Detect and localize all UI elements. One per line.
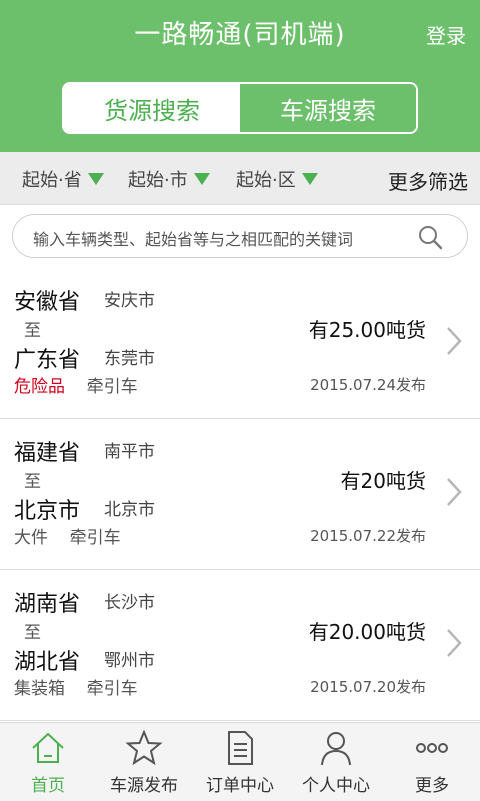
cargo-list: 安徽省 安庆市 至 广东省 东莞市 危险品 牵引车 有25.00吨货 2015.… [0,268,480,721]
from-city: 南平市 [104,442,155,462]
header-bar: 一路畅通(司机端) 登录 货源搜索 车源搜索 [0,0,480,152]
search-mode-switch: 货源搜索 车源搜索 [62,82,418,134]
cargo-type-tag: 大件 [14,528,48,548]
to-province: 湖北省 [14,650,81,675]
filter-city-label: 起始·市 [128,170,188,191]
dropdown-arrow-icon [87,173,104,185]
item-tags: 危险品 牵引车 [14,372,138,397]
tab-vehicle-search[interactable]: 车源搜索 [240,84,416,132]
dropdown-arrow-icon [193,173,210,185]
publish-date: 2015.07.24发布 [310,376,426,394]
cargo-weight: 有20.00吨货 [308,620,426,644]
list-item[interactable]: 湖南省 长沙市 至 湖北省 鄂州市 集装箱 牵引车 有20.00吨货 2015.… [0,570,480,721]
vehicle-type-tag: 牵引车 [86,377,138,397]
tab-more-label: 更多 [415,776,449,796]
to-city: 东莞市 [104,349,155,369]
publish-date: 2015.07.22发布 [310,527,426,545]
to-city: 鄂州市 [104,651,155,671]
cargo-type-tag: 危险品 [14,377,65,397]
tab-publish-label: 车源发布 [110,776,178,796]
cargo-weight: 有20吨货 [340,469,426,493]
tab-profile[interactable]: 个人中心 [288,723,384,801]
dropdown-arrow-icon [301,173,318,185]
filter-city[interactable]: 起始·市 [128,166,210,192]
filter-bar: 起始·省 起始·市 起始·区 更多筛选 [0,152,480,205]
to-label: 至 [24,321,41,341]
to-city: 北京市 [104,500,155,520]
more-filters-button[interactable]: 更多筛选 [388,166,468,195]
item-tags: 大件 牵引车 [14,523,121,548]
tab-profile-label: 个人中心 [302,776,370,796]
from-city: 长沙市 [104,593,155,613]
from-city: 安庆市 [104,291,155,311]
item-tags: 集装箱 牵引车 [14,674,138,699]
from-province: 安徽省 [14,290,81,315]
bottom-tab-bar: 首页 车源发布 订单中心 个人中心 更多 [0,722,480,801]
to-label: 至 [24,472,41,492]
search-icon[interactable] [417,224,443,250]
from-province: 湖南省 [14,592,81,617]
filter-district[interactable]: 起始·区 [236,166,318,192]
publish-date: 2015.07.20发布 [310,678,426,696]
user-icon [321,732,351,766]
search-input[interactable]: 输入车辆类型、起始省等与之相匹配的关键词 [12,214,468,258]
to-province: 广东省 [14,348,81,373]
filter-province[interactable]: 起始·省 [22,166,104,192]
from-province: 福建省 [14,441,81,466]
login-button[interactable]: 登录 [426,20,466,49]
tab-publish[interactable]: 车源发布 [96,723,192,801]
chevron-right-icon [447,327,462,355]
home-icon [32,732,64,763]
more-dots-icon [416,743,448,753]
tab-home[interactable]: 首页 [0,723,96,801]
to-province: 北京市 [14,499,81,524]
list-item[interactable]: 安徽省 安庆市 至 广东省 东莞市 危险品 牵引车 有25.00吨货 2015.… [0,268,480,419]
filter-district-label: 起始·区 [236,170,296,191]
tab-cargo-search[interactable]: 货源搜索 [64,84,240,132]
list-item[interactable]: 福建省 南平市 至 北京市 北京市 大件 牵引车 有20吨货 2015.07.2… [0,419,480,570]
to-label: 至 [24,623,41,643]
filter-province-label: 起始·省 [22,170,82,191]
tab-orders-label: 订单中心 [206,776,274,796]
vehicle-type-tag: 牵引车 [69,528,121,548]
chevron-right-icon [447,478,462,506]
star-icon [125,729,163,766]
tab-orders[interactable]: 订单中心 [192,723,288,801]
tab-home-label: 首页 [31,776,65,796]
document-icon [228,731,253,765]
app-title: 一路畅通(司机端) [134,20,346,50]
vehicle-type-tag: 牵引车 [86,679,138,699]
chevron-right-icon [447,629,462,657]
cargo-weight: 有25.00吨货 [308,318,426,342]
search-placeholder: 输入车辆类型、起始省等与之相匹配的关键词 [33,230,354,249]
tab-more[interactable]: 更多 [384,723,480,801]
cargo-type-tag: 集装箱 [14,679,65,699]
